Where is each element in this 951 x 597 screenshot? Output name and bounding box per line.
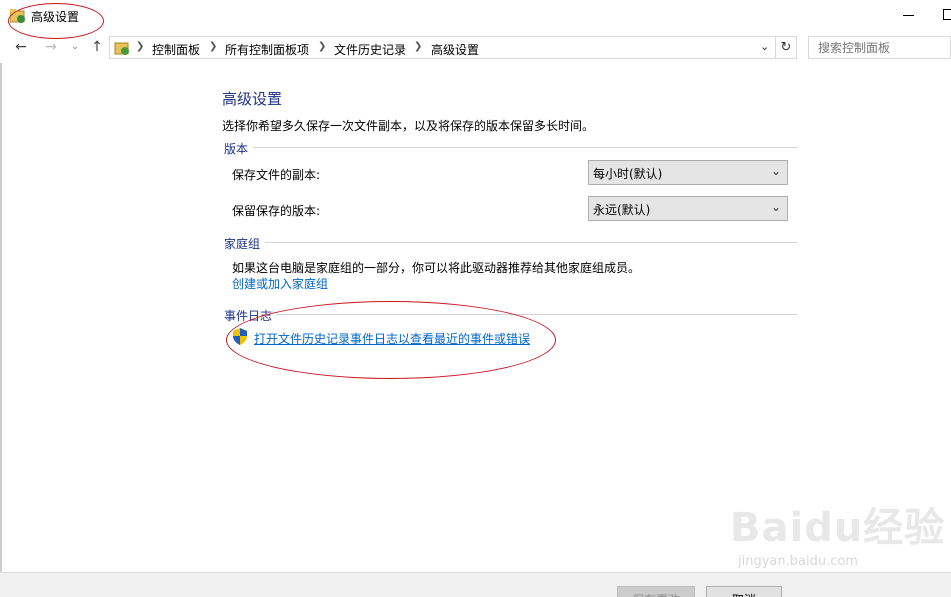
- save-changes-button[interactable]: 保存更改: [617, 586, 695, 597]
- page-description: 选择你希望多久保存一次文件副本，以及将保存的版本保留多长时间。: [222, 119, 595, 133]
- search-input[interactable]: [809, 37, 929, 58]
- chevron-down-icon: ⌄: [770, 164, 781, 178]
- address-bar[interactable]: ❯ 控制面板 ❯ 所有控制面板项 ❯ 文件历史记录 ❯ 高级设置 ⌄: [109, 36, 776, 59]
- homegroup-divider: [265, 242, 798, 243]
- breadcrumb-separator-icon: ❯: [209, 41, 218, 52]
- up-arrow-icon[interactable]: ↑: [88, 38, 106, 56]
- breadcrumb-control-panel[interactable]: 控制面板: [152, 41, 200, 58]
- baidu-watermark: Baidu经验 jingyan.baidu.com: [730, 495, 944, 570]
- save-copies-select[interactable]: 每小时(默认) ⌄: [588, 160, 788, 185]
- keep-versions-label: 保留保存的版本:: [232, 204, 321, 218]
- address-dropdown-icon[interactable]: ⌄: [760, 40, 769, 53]
- breadcrumb-file-history[interactable]: 文件历史记录: [334, 41, 406, 58]
- back-arrow-icon[interactable]: ←: [12, 38, 30, 56]
- versions-divider: [253, 147, 798, 148]
- control-panel-icon: [114, 42, 129, 55]
- annotation-ellipse-event-log: [226, 301, 556, 379]
- search-box[interactable]: [808, 36, 951, 59]
- create-join-homegroup-link[interactable]: 创建或加入家庭组: [232, 275, 328, 292]
- maximize-button[interactable]: [943, 9, 951, 20]
- breadcrumb-separator-icon: ❯: [136, 41, 145, 52]
- homegroup-text: 如果这台电脑是家庭组的一部分，你可以将此驱动器推荐给其他家庭组成员。: [232, 261, 641, 275]
- minimize-button[interactable]: [903, 15, 914, 16]
- breadcrumb-separator-icon: ❯: [318, 41, 327, 52]
- save-copies-value: 每小时(默认): [593, 167, 663, 181]
- page-title: 高级设置: [222, 90, 283, 108]
- left-border: [0, 63, 2, 597]
- bottom-bar: 保存更改 取消: [0, 572, 951, 597]
- watermark-main-text: Baidu经验: [730, 505, 946, 551]
- forward-arrow-icon[interactable]: →: [42, 38, 60, 56]
- breadcrumb-separator-icon: ❯: [414, 41, 423, 52]
- recent-locations-chevron-icon[interactable]: ⌄: [66, 38, 84, 56]
- keep-versions-select[interactable]: 永远(默认) ⌄: [588, 196, 788, 221]
- navigation-bar: ← → ⌄ ↑ ❯ 控制面板 ❯ 所有控制面板项 ❯ 文件历史记录 ❯ 高级设置…: [0, 33, 951, 63]
- versions-heading: 版本: [224, 142, 249, 156]
- title-bar: 高级设置: [0, 0, 951, 33]
- cancel-button[interactable]: 取消: [706, 586, 782, 597]
- refresh-icon[interactable]: ↻: [776, 36, 797, 59]
- watermark-sub-text: jingyan.baidu.com: [738, 554, 858, 569]
- homegroup-heading: 家庭组: [224, 237, 261, 251]
- annotation-ellipse-title: [8, 3, 104, 39]
- chevron-down-icon: ⌄: [770, 200, 781, 214]
- breadcrumb-all-items[interactable]: 所有控制面板项: [225, 41, 309, 58]
- breadcrumb-advanced-settings[interactable]: 高级设置: [431, 41, 479, 58]
- save-copies-label: 保存文件的副本:: [232, 168, 321, 182]
- keep-versions-value: 永远(默认): [593, 203, 651, 217]
